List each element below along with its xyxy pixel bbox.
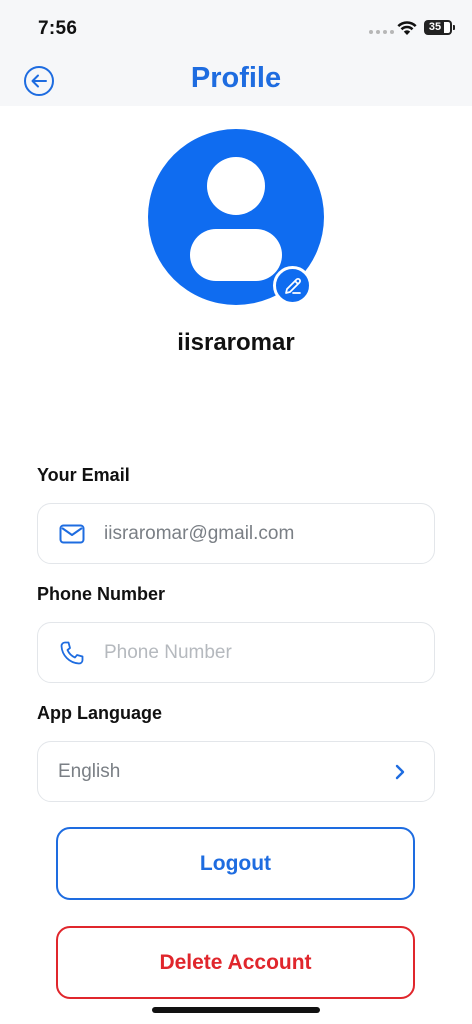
status-time: 7:56 [38,18,78,39]
email-field[interactable]: iisraromar@gmail.com [37,503,435,564]
email-label: Your Email [37,465,130,485]
app-header: Profile [0,56,472,106]
avatar-section [148,129,324,305]
pencil-icon [284,277,301,294]
home-indicator [152,1007,320,1013]
phone-field[interactable]: Phone Number [37,622,435,683]
language-label: App Language [37,703,162,723]
battery-icon: 35 [424,20,455,35]
phone-label: Phone Number [37,584,166,604]
page-title: Profile [190,62,282,94]
logout-button[interactable]: Logout [56,827,415,900]
edit-avatar-button[interactable] [273,266,312,305]
status-bar: 7:56 35 [0,0,472,56]
signal-icon [369,30,394,34]
mail-icon [58,520,86,548]
username: iisraromar [177,329,295,356]
battery-level: 35 [428,21,442,33]
wifi-icon [397,21,417,35]
user-icon [207,157,265,215]
chevron-right-icon [394,763,408,781]
phone-placeholder: Phone Number [104,641,232,663]
delete-account-button[interactable]: Delete Account [56,926,415,999]
language-value: English [58,760,121,782]
phone-icon [58,639,86,667]
email-value: iisraromar@gmail.com [104,522,295,544]
language-selector[interactable]: English [37,741,435,802]
